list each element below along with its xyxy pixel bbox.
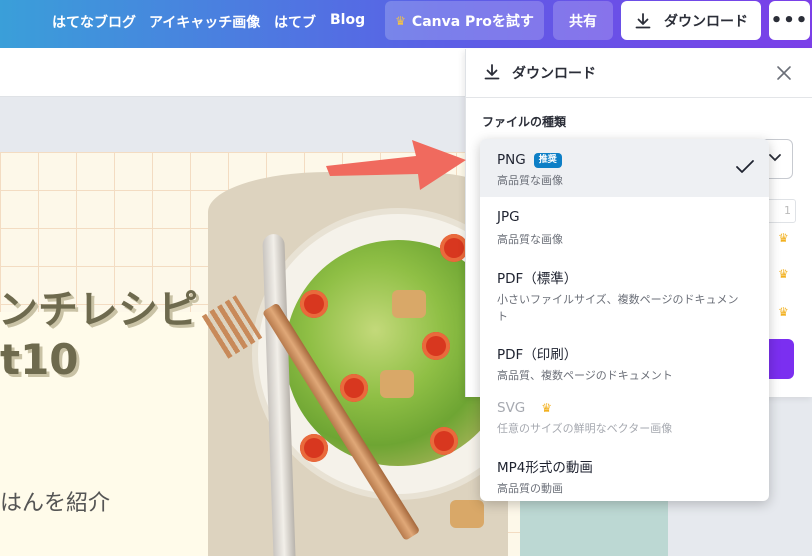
tomato-image bbox=[422, 332, 450, 360]
option-name: PDF（標準） bbox=[497, 271, 578, 287]
chevron-down-icon[interactable] bbox=[768, 153, 782, 163]
option-name-row: PDF（印刷） bbox=[497, 343, 769, 363]
more-icon: ••• bbox=[770, 10, 809, 31]
option-name-row: PNG 推奨 bbox=[497, 152, 769, 168]
tomato-image bbox=[340, 374, 368, 402]
tomato-image bbox=[440, 234, 468, 262]
crouton-image bbox=[380, 370, 414, 398]
option-name: PNG bbox=[497, 152, 526, 168]
top-bar: はてなブログ アイキャッチ画像 はてブ Blog ♛ Canva Proを試す … bbox=[0, 0, 812, 48]
crown-icon: ♛ bbox=[778, 267, 789, 281]
download-icon bbox=[635, 12, 651, 28]
file-type-option-jpg[interactable]: JPG 高品質な画像 bbox=[480, 197, 769, 255]
crouton-image bbox=[392, 290, 426, 318]
file-type-option-png[interactable]: PNG 推奨 高品質な画像 bbox=[480, 139, 769, 197]
option-name-row: SVG ♛ bbox=[497, 400, 769, 416]
file-type-option-mp4[interactable]: MP4形式の動画 高品質の動画 bbox=[480, 451, 769, 501]
share-label: 共有 bbox=[569, 13, 597, 30]
option-name: SVG bbox=[497, 400, 526, 416]
crouton-image bbox=[450, 500, 484, 528]
crown-icon: ♛ bbox=[778, 231, 789, 245]
arrow-icon bbox=[326, 140, 466, 190]
download-label: ダウンロード bbox=[664, 13, 748, 30]
close-icon[interactable] bbox=[774, 63, 794, 83]
file-type-option-svg[interactable]: SVG ♛ 任意のサイズの鮮明なベクター画像 bbox=[480, 395, 769, 451]
file-type-option-pdf-standard[interactable]: PDF（標準） 小さいファイルサイズ、複数ページのドキュメント bbox=[480, 255, 769, 337]
option-name: JPG bbox=[497, 209, 520, 225]
checkmark-icon bbox=[736, 160, 754, 173]
size-input-value: 1 bbox=[784, 204, 791, 217]
panel-title: ダウンロード bbox=[512, 66, 596, 82]
option-description: 高品質、複数ページのドキュメント bbox=[497, 369, 673, 382]
download-button[interactable]: ダウンロード bbox=[621, 1, 761, 40]
option-description: 高品質の動画 bbox=[497, 482, 563, 495]
design-headline-2[interactable]: t10 bbox=[0, 335, 79, 384]
crown-icon: ♛ bbox=[395, 13, 406, 28]
option-description: 高品質な画像 bbox=[497, 174, 563, 187]
tomato-image bbox=[430, 427, 458, 455]
nav-link-blog[interactable]: Blog bbox=[330, 12, 365, 28]
try-canva-pro-button[interactable]: ♛ Canva Proを試す bbox=[385, 1, 544, 40]
file-type-option-pdf-print[interactable]: PDF（印刷） 高品質、複数ページのドキュメント bbox=[480, 337, 769, 395]
recommended-badge: 推奨 bbox=[533, 152, 562, 168]
option-description: 高品質な画像 bbox=[497, 233, 563, 246]
crown-icon: ♛ bbox=[541, 401, 553, 415]
option-name-row: MP4形式の動画 bbox=[497, 456, 769, 476]
option-name-row: PDF（標準） bbox=[497, 267, 769, 287]
try-canva-pro-label: Canva Proを試す bbox=[411, 13, 534, 30]
option-description: 小さいファイルサイズ、複数ページのドキュメント bbox=[497, 293, 739, 323]
option-name: MP4形式の動画 bbox=[497, 460, 593, 476]
nav-link-hatena-blog[interactable]: はてなブログ bbox=[52, 12, 136, 32]
design-headline-1[interactable]: ンチレシピ bbox=[0, 277, 198, 335]
option-description: 任意のサイズの鮮明なベクター画像 bbox=[497, 422, 673, 435]
design-subline[interactable]: はんを紹介 bbox=[0, 485, 110, 517]
download-icon bbox=[484, 64, 500, 80]
option-name: PDF（印刷） bbox=[497, 347, 578, 363]
file-type-dropdown: PNG 推奨 高品質な画像 JPG 高品質な画像 PDF（標準） 小さいファイル… bbox=[480, 139, 769, 501]
nav-link-hatebu[interactable]: はてブ bbox=[274, 12, 316, 32]
option-name-row: JPG bbox=[497, 209, 769, 225]
tomato-image bbox=[300, 434, 328, 462]
crown-icon: ♛ bbox=[778, 305, 789, 319]
share-button[interactable]: 共有 bbox=[553, 1, 613, 40]
tomato-image bbox=[300, 290, 328, 318]
file-type-label: ファイルの種類 bbox=[482, 115, 567, 129]
panel-header: ダウンロード bbox=[466, 49, 812, 98]
nav-link-eyecatch[interactable]: アイキャッチ画像 bbox=[149, 12, 260, 32]
more-options-button[interactable]: ••• bbox=[769, 1, 810, 40]
